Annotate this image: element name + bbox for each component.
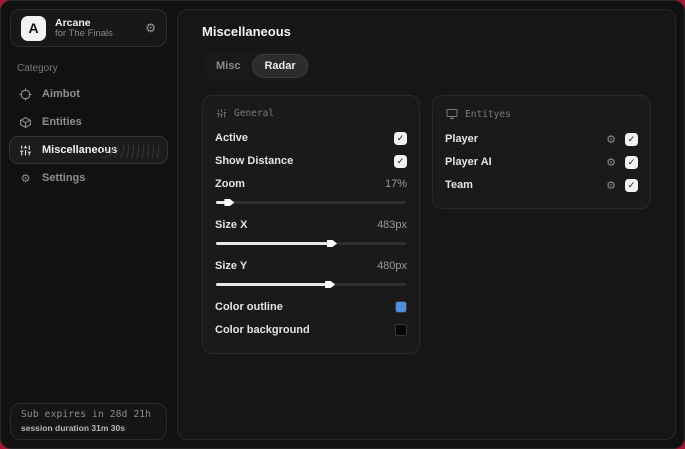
sidebar-item-label: Settings [42, 172, 86, 184]
color-label: Color background [215, 324, 310, 336]
gear-icon[interactable]: ⚙ [145, 21, 156, 35]
entities-panel: Entityes Player ⚙ ✓ Player AI ⚙ ✓ Team ⚙… [432, 95, 651, 209]
player-ai-checkbox[interactable]: ✓ [625, 155, 638, 169]
general-panel-header: General [216, 108, 407, 119]
toggle-row-active: Active ✓ [215, 127, 408, 149]
slider-value: 483px [377, 219, 408, 231]
panels-container: General Active ✓ Show Distance ✓ Zoom 17… [202, 95, 651, 354]
tab-bar: Misc Radar [202, 52, 310, 80]
tab-misc[interactable]: Misc [204, 54, 252, 78]
slider-value: 480px [377, 260, 408, 272]
color-row-background: Color background [215, 319, 408, 341]
brand-card: A Arcane for The Finals ⚙ [10, 9, 167, 47]
slider-label: Size X [215, 219, 248, 231]
show-distance-checkbox[interactable]: ✓ [394, 154, 408, 168]
slider-value: 17% [385, 178, 408, 190]
active-checkbox[interactable]: ✓ [394, 131, 408, 145]
slider-label: Zoom [215, 178, 245, 190]
entity-row-player: Player ⚙ ✓ [445, 128, 638, 150]
gear-icon[interactable]: ⚙ [606, 156, 616, 169]
entity-row-team: Team ⚙ ✓ [445, 174, 638, 196]
outline-color-swatch[interactable] [395, 301, 408, 313]
slider-size-y: Size Y 480px [215, 255, 408, 288]
gear-icon: ⚙ [20, 172, 31, 185]
slider-thumb[interactable] [327, 240, 338, 247]
crosshair-icon [19, 88, 32, 101]
entities-panel-title: Entityes [465, 108, 511, 120]
tab-radar[interactable]: Radar [252, 54, 308, 78]
sidebar-nav: Aimbot Entities Miscellaneous ⚙ Settings [1, 80, 176, 192]
gear-icon[interactable]: ⚙ [606, 179, 616, 192]
sidebar-item-label: Miscellaneous [42, 144, 118, 156]
general-panel: General Active ✓ Show Distance ✓ Zoom 17… [202, 95, 421, 354]
entity-row-player-ai: Player AI ⚙ ✓ [445, 151, 638, 173]
sliders-icon [216, 108, 227, 119]
zoom-slider[interactable] [216, 199, 407, 206]
entity-label: Player [445, 133, 479, 145]
slider-size-x: Size X 483px [215, 214, 408, 247]
session-duration: session duration 31m 30s [21, 423, 125, 433]
color-row-outline: Color outline [215, 296, 408, 318]
entities-panel-header: Entityes [446, 108, 638, 120]
entity-label: Player AI [445, 156, 492, 168]
monitor-icon [446, 108, 458, 120]
subscription-expiry: Sub expires in 28d 21h [21, 409, 152, 420]
main-panel: Miscellaneous Misc Radar General Active … [177, 9, 676, 440]
brand-text: Arcane for The Finals [55, 17, 136, 40]
background-color-swatch[interactable] [395, 324, 408, 336]
general-panel-title: General [234, 108, 275, 119]
brand-logo: A [21, 15, 46, 41]
sidebar-item-label: Aimbot [42, 88, 80, 100]
team-checkbox[interactable]: ✓ [625, 178, 638, 192]
sliders-icon [19, 144, 32, 157]
sidebar-item-aimbot[interactable]: Aimbot [9, 80, 168, 108]
app-window: A Arcane for The Finals ⚙ Category Aimbo… [0, 0, 685, 449]
size-y-slider[interactable] [216, 281, 407, 288]
toggle-row-show-distance: Show Distance ✓ [215, 150, 408, 172]
toggle-label: Active [215, 132, 249, 144]
gear-icon[interactable]: ⚙ [606, 133, 616, 146]
sidebar-item-settings[interactable]: ⚙ Settings [9, 164, 168, 192]
size-x-slider[interactable] [216, 240, 407, 247]
cube-icon [19, 116, 32, 129]
color-label: Color outline [215, 301, 283, 313]
toggle-label: Show Distance [215, 155, 294, 167]
sidebar: A Arcane for The Finals ⚙ Category Aimbo… [1, 1, 176, 448]
slider-zoom: Zoom 17% [215, 173, 408, 206]
sidebar-item-label: Entities [42, 116, 82, 128]
player-checkbox[interactable]: ✓ [625, 132, 638, 146]
subscription-card: Sub expires in 28d 21h session duration … [10, 403, 167, 440]
slider-thumb[interactable] [325, 281, 336, 288]
brand-subtitle: for The Finals [55, 27, 113, 39]
slider-thumb[interactable] [224, 199, 235, 206]
entity-label: Team [445, 179, 473, 191]
slider-label: Size Y [215, 260, 248, 272]
brand-title: Arcane [55, 16, 91, 29]
sidebar-item-miscellaneous[interactable]: Miscellaneous [9, 136, 168, 164]
category-label: Category [17, 63, 58, 74]
sidebar-item-entities[interactable]: Entities [9, 108, 168, 136]
page-title: Miscellaneous [202, 24, 291, 39]
